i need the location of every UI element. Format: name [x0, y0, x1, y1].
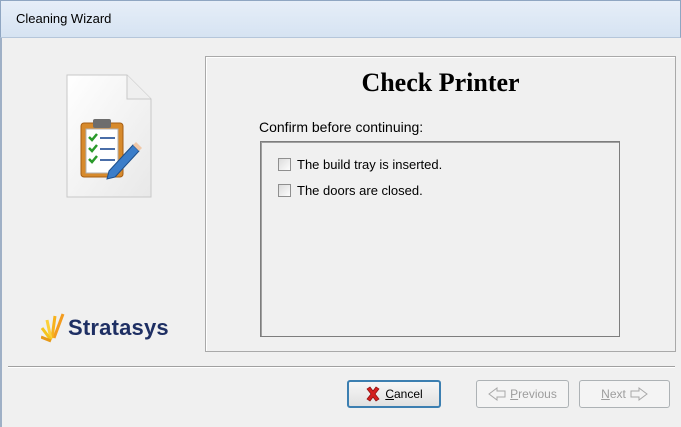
- build-tray-label[interactable]: The build tray is inserted.: [297, 157, 442, 172]
- wizard-window: Stratasys Check Printer Confirm before c…: [0, 38, 681, 427]
- next-button[interactable]: Next: [579, 380, 670, 408]
- red-x-icon: [365, 386, 381, 402]
- window-title: Cleaning Wizard: [16, 11, 112, 26]
- cancel-label: Cancel: [385, 387, 423, 401]
- doors-closed-label[interactable]: The doors are closed.: [297, 183, 423, 198]
- logo-burst-icon: [41, 313, 65, 343]
- confirm-prompt: Confirm before continuing:: [259, 119, 424, 135]
- cancel-button[interactable]: Cancel: [347, 380, 441, 408]
- clipboard-checklist-icon: [66, 74, 152, 198]
- title-bar[interactable]: Cleaning Wizard: [0, 0, 681, 38]
- previous-label: Previous: [510, 387, 557, 401]
- next-label: Next: [601, 387, 626, 401]
- wizard-content: Check Printer Confirm before continuing:…: [205, 56, 676, 352]
- button-separator: [8, 366, 675, 368]
- doors-closed-checkbox[interactable]: [278, 183, 291, 197]
- stratasys-logo: Stratasys: [41, 308, 211, 348]
- back-arrow-icon: [488, 387, 506, 401]
- previous-button[interactable]: Previous: [476, 380, 569, 408]
- page-title: Check Printer: [361, 68, 520, 97]
- checklist-box: The build tray is inserted. The doors ar…: [260, 141, 620, 337]
- wizard-sidebar: Stratasys: [8, 56, 201, 356]
- build-tray-checkbox[interactable]: [278, 157, 291, 171]
- checkbox-doors-closed[interactable]: The doors are closed.: [278, 182, 423, 198]
- checkbox-build-tray[interactable]: The build tray is inserted.: [278, 156, 442, 172]
- window-left-border: [0, 38, 2, 427]
- forward-arrow-icon: [630, 387, 648, 401]
- logo-text: Stratasys: [68, 315, 169, 340]
